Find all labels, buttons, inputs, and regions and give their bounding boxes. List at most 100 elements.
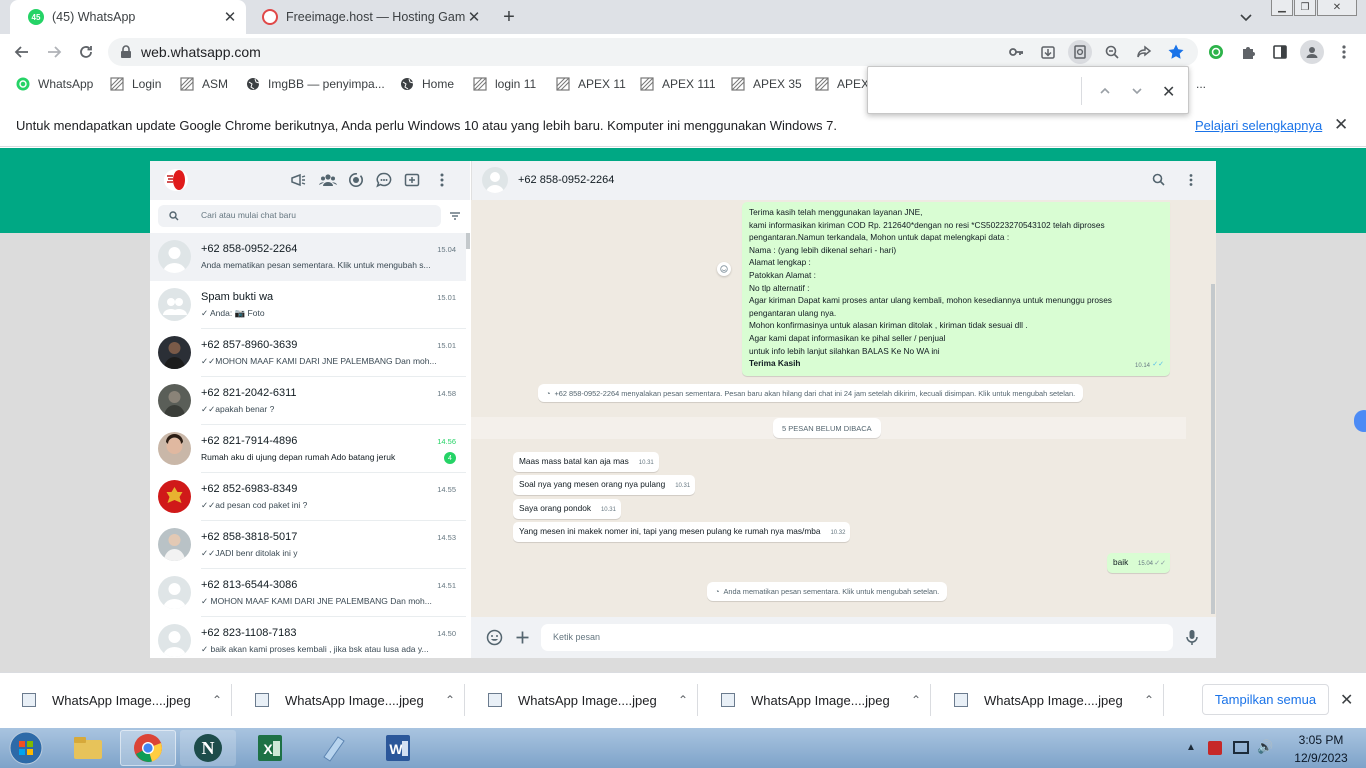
outgoing-message[interactable]: baik 15.04 ✓✓ bbox=[1107, 553, 1170, 573]
new-chat-icon[interactable] bbox=[404, 172, 420, 188]
bookmark-asm[interactable]: ASM bbox=[180, 75, 228, 93]
search-icon[interactable] bbox=[169, 211, 179, 221]
find-next-button[interactable] bbox=[1130, 84, 1144, 98]
n-app-taskbar-icon[interactable]: N bbox=[180, 730, 236, 766]
profile-avatar-icon[interactable] bbox=[1300, 40, 1324, 64]
address-bar[interactable] bbox=[108, 38, 1198, 66]
volume-icon[interactable]: 🔊 bbox=[1257, 739, 1273, 755]
find-in-page-icon[interactable] bbox=[1068, 40, 1092, 64]
bookmark-apex-111[interactable]: APEX 111 bbox=[640, 75, 716, 93]
groups-icon[interactable] bbox=[319, 172, 337, 188]
chevron-up-icon[interactable]: ⌃ bbox=[669, 693, 697, 707]
incoming-message[interactable]: Saya orang pondok 10.31 bbox=[513, 499, 621, 519]
chevron-up-icon[interactable]: ⌃ bbox=[902, 693, 930, 707]
find-close-button[interactable]: ✕ bbox=[1162, 82, 1175, 102]
chat-list-item[interactable]: +62 823-1108-7183 14.50 ✓ baik akan kami… bbox=[150, 617, 466, 658]
communities-icon[interactable] bbox=[290, 172, 306, 188]
bookmark-whatsapp[interactable]: WhatsApp bbox=[16, 75, 93, 93]
show-all-downloads-button[interactable]: Tampilkan semua bbox=[1202, 684, 1329, 715]
contact-avatar[interactable] bbox=[482, 167, 508, 193]
zoom-icon[interactable] bbox=[1100, 40, 1124, 64]
incoming-message[interactable]: Soal nya yang mesen orang nya pulang 10.… bbox=[513, 475, 696, 495]
incoming-message[interactable]: Maas mass batal kan aja mas 10.31 bbox=[513, 452, 659, 472]
react-emoji-icon[interactable] bbox=[717, 262, 731, 276]
close-downloads-button[interactable]: ✕ bbox=[1340, 690, 1353, 710]
close-tab-icon[interactable]: ✕ bbox=[466, 9, 482, 26]
bookmark-login[interactable]: Login bbox=[110, 75, 161, 93]
close-info-bar-button[interactable]: ✕ bbox=[1334, 115, 1348, 135]
chevron-up-icon[interactable]: ⌃ bbox=[1135, 693, 1163, 707]
emoji-icon[interactable] bbox=[486, 629, 503, 646]
bookmark-overflow[interactable]: ... bbox=[1196, 75, 1206, 93]
word-taskbar-icon[interactable]: W bbox=[370, 730, 426, 766]
tab-whatsapp[interactable]: 45 (45) WhatsApp ✕ bbox=[10, 0, 246, 34]
bookmark-login-11[interactable]: login 11 bbox=[473, 75, 536, 93]
start-button[interactable] bbox=[6, 730, 46, 766]
conversation-scrollbar[interactable] bbox=[1211, 284, 1215, 614]
chat-search-placeholder[interactable]: Cari atau mulai chat baru bbox=[201, 210, 296, 220]
file-explorer-taskbar-icon[interactable] bbox=[60, 730, 116, 766]
download-item[interactable]: WhatsApp Image....jpeg ⌃ bbox=[932, 684, 1164, 716]
clock-date[interactable]: 12/9/2023 bbox=[1286, 751, 1356, 765]
lock-icon[interactable] bbox=[120, 45, 132, 59]
conversation-search-icon[interactable] bbox=[1152, 173, 1165, 186]
restore-button[interactable]: ❐ bbox=[1294, 0, 1316, 16]
bookmark-apex-35[interactable]: APEX 35 bbox=[731, 75, 802, 93]
learn-more-link[interactable]: Pelajari selengkapnya bbox=[1195, 118, 1322, 133]
notepad-taskbar-icon[interactable] bbox=[305, 730, 361, 766]
url-text[interactable]: web.whatsapp.com bbox=[141, 44, 261, 60]
bookmark-star-icon[interactable] bbox=[1164, 40, 1188, 64]
download-item[interactable]: WhatsApp Image....jpeg ⌃ bbox=[0, 684, 232, 716]
attach-plus-icon[interactable] bbox=[515, 630, 530, 645]
close-window-button[interactable]: ✕ bbox=[1317, 0, 1357, 16]
download-item[interactable]: WhatsApp Image....jpeg ⌃ bbox=[699, 684, 931, 716]
conversation-menu-icon[interactable] bbox=[1189, 173, 1193, 187]
clock-time[interactable]: 3:05 PM bbox=[1286, 733, 1356, 747]
status-icon[interactable] bbox=[348, 172, 364, 188]
download-item[interactable]: WhatsApp Image....jpeg ⌃ bbox=[466, 684, 698, 716]
action-center-flag-icon[interactable] bbox=[1208, 741, 1222, 755]
close-tab-icon[interactable]: ✕ bbox=[222, 9, 238, 26]
sidebar-scrollbar[interactable] bbox=[466, 233, 470, 249]
chat-list-item[interactable]: Spam bukti wa 15.01 ✓ Anda: 📷 Foto bbox=[150, 281, 466, 329]
bookmark-apex[interactable]: APEX bbox=[815, 75, 869, 93]
channels-icon[interactable] bbox=[376, 172, 392, 188]
contact-name[interactable]: +62 858-0952-2264 bbox=[518, 174, 614, 186]
microphone-icon[interactable] bbox=[1185, 629, 1199, 646]
tab-freeimage[interactable]: Freeimage.host — Hosting Gamb ✕ bbox=[244, 0, 490, 34]
back-button[interactable] bbox=[10, 40, 34, 64]
chat-list-item[interactable]: +62 858-0952-2264 15.04 Anda mematikan p… bbox=[150, 233, 466, 281]
filter-icon[interactable] bbox=[449, 211, 461, 221]
share-icon[interactable] bbox=[1132, 40, 1156, 64]
chat-list-item[interactable]: +62 858-3818-5017 14.53 ✓✓JADI benr dito… bbox=[150, 521, 466, 569]
chevron-up-icon[interactable]: ⌃ bbox=[203, 693, 231, 707]
sidebar-menu-icon[interactable] bbox=[440, 172, 444, 188]
minimize-button[interactable]: ▁ bbox=[1271, 0, 1293, 16]
tab-search-icon[interactable] bbox=[1238, 9, 1254, 25]
chrome-menu-icon[interactable] bbox=[1332, 40, 1356, 64]
extension-handle[interactable] bbox=[1354, 410, 1366, 432]
chat-list-item[interactable]: +62 813-6544-3086 14.51 ✓ MOHON MAAF KAM… bbox=[150, 569, 466, 617]
excel-taskbar-icon[interactable]: X bbox=[242, 730, 298, 766]
find-input[interactable] bbox=[878, 79, 1078, 101]
chevron-up-icon[interactable]: ⌃ bbox=[436, 693, 464, 707]
system-message-disappearing-off[interactable]: ◔ Anda mematikan pesan sementara. Klik u… bbox=[707, 582, 948, 601]
message-input[interactable] bbox=[541, 624, 1173, 651]
key-icon[interactable] bbox=[1004, 40, 1028, 64]
new-tab-button[interactable]: + bbox=[500, 7, 518, 27]
chat-list-item[interactable]: +62 821-7914-4896 14.56 Rumah aku di uju… bbox=[150, 425, 466, 473]
incoming-message[interactable]: Yang mesen ini makek nomer ini, tapi yan… bbox=[513, 522, 851, 542]
chat-list-item[interactable]: +62 852-6983-8349 14.55 ✓✓ad pesan cod p… bbox=[150, 473, 466, 521]
whatsapp-extension-icon[interactable] bbox=[1204, 40, 1228, 64]
my-avatar[interactable] bbox=[164, 169, 188, 191]
chat-list-item[interactable]: +62 821-2042-6311 14.58 ✓✓apakah benar ? bbox=[150, 377, 466, 425]
chrome-taskbar-icon[interactable] bbox=[120, 730, 176, 766]
bookmark-imgbb[interactable]: ImgBB — penyimpa... bbox=[246, 75, 385, 93]
network-icon[interactable] bbox=[1233, 741, 1249, 754]
outgoing-message[interactable]: Terima kasih telah menggunakan layanan J… bbox=[742, 202, 1170, 376]
bookmark-home[interactable]: Home bbox=[400, 75, 454, 93]
find-previous-button[interactable] bbox=[1098, 84, 1112, 98]
chat-list-item[interactable]: +62 857-8960-3639 15.01 ✓✓MOHON MAAF KAM… bbox=[150, 329, 466, 377]
system-message-disappearing-on[interactable]: ◔ +62 858-0952-2264 menyalakan pesan sem… bbox=[538, 384, 1084, 402]
bookmark-apex-11[interactable]: APEX 11 bbox=[556, 75, 626, 93]
